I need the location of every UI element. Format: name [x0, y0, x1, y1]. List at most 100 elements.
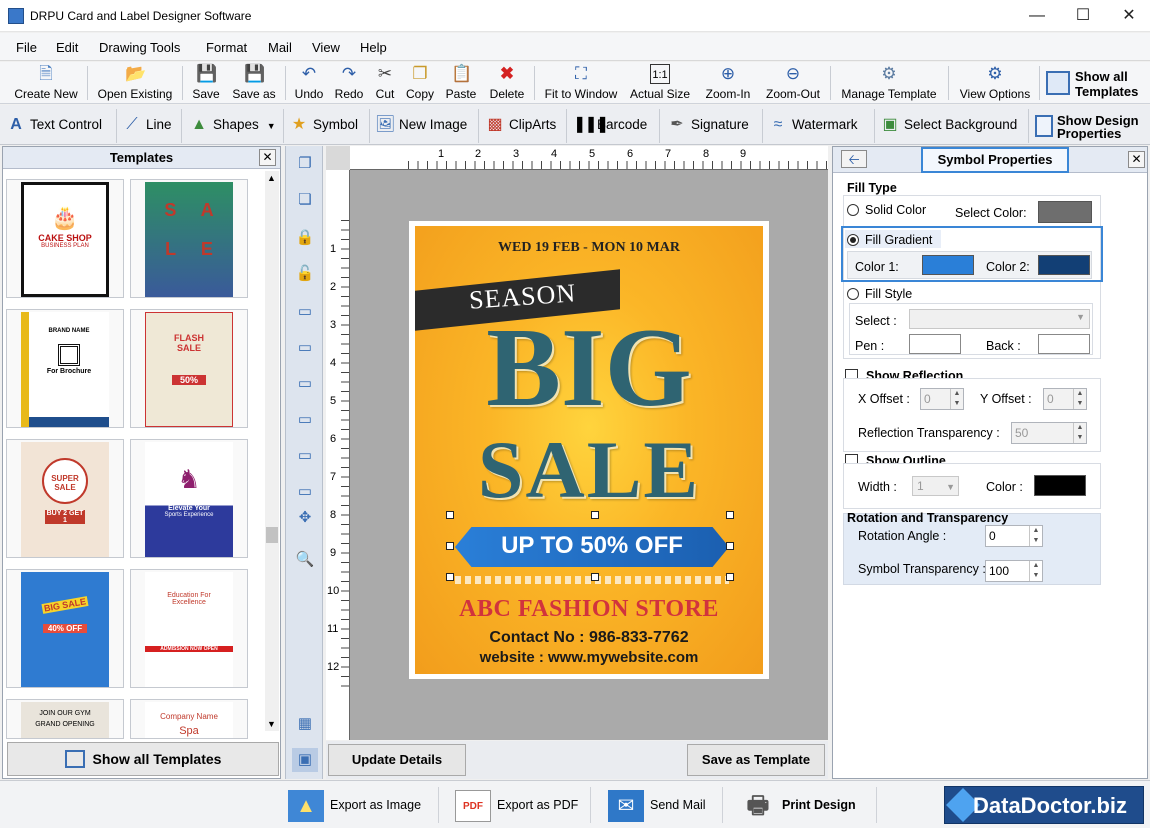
template-thumb[interactable]: Education For Excellence ADMISSION NOW O…: [130, 569, 248, 688]
save-as-button[interactable]: 💾 Save as: [229, 64, 279, 102]
template-thumb[interactable]: FLASH SALE 50%: [130, 309, 248, 428]
template-thumb[interactable]: S A L E: [130, 179, 248, 298]
move-icon[interactable]: ✥: [292, 506, 318, 530]
show-all-templates-button[interactable]: Show all Templates: [7, 742, 279, 776]
resize-handle[interactable]: [446, 573, 454, 581]
outline-width-select[interactable]: 1 ▼: [912, 476, 959, 496]
bring-to-front-icon[interactable]: ▭: [292, 300, 318, 324]
reflection-transparency-spinner[interactable]: 50 ▲ ▼: [1011, 422, 1087, 444]
resize-handle[interactable]: [446, 511, 454, 519]
zoom-out-button[interactable]: ⊖ Zoom-Out: [762, 64, 824, 102]
actual-size-button[interactable]: 1:1 Actual Size: [627, 64, 693, 102]
select-background-button[interactable]: ▣ Select Background: [880, 113, 1017, 137]
resize-handle[interactable]: [446, 542, 454, 550]
menu-drawing-tools[interactable]: Drawing Tools: [99, 40, 180, 55]
redo-button[interactable]: ↷ Redo: [331, 64, 367, 102]
save-button[interactable]: 💾 Save: [188, 64, 224, 102]
fill-style-select[interactable]: ▼: [909, 309, 1090, 329]
poster-website[interactable]: website : www.mywebsite.com: [415, 649, 763, 666]
view-options-button[interactable]: ⚙ View Options: [955, 64, 1035, 102]
template-thumb[interactable]: ♞ Elevate Your Sports Experience: [130, 439, 248, 558]
rotation-angle-spinner[interactable]: 0 ▲ ▼: [985, 525, 1043, 547]
template-thumb[interactable]: BIG SALE 40% OFF: [6, 569, 124, 688]
solid-color-radio[interactable]: Solid Color: [847, 203, 926, 217]
paste-button[interactable]: 📋 Paste: [443, 64, 479, 102]
back-arrow-icon[interactable]: 🡠: [841, 150, 867, 168]
menu-edit[interactable]: Edit: [56, 40, 78, 55]
fill-style-radio[interactable]: Fill Style: [847, 287, 912, 301]
send-mail-button[interactable]: ✉ Send Mail: [608, 785, 706, 825]
resize-handle[interactable]: [726, 511, 734, 519]
send-backward-icon[interactable]: ▭: [292, 408, 318, 432]
resize-handle[interactable]: [726, 542, 734, 550]
back-color-box[interactable]: [1038, 334, 1090, 354]
menu-mail[interactable]: Mail: [268, 40, 292, 55]
scroll-thumb[interactable]: [266, 527, 278, 543]
close-properties-button[interactable]: ✕: [1128, 151, 1145, 168]
fit-to-window-button[interactable]: ⛶ Fit to Window: [540, 64, 622, 102]
align-icon[interactable]: ▭: [292, 444, 318, 468]
scroll-up-arrow[interactable]: ▲: [267, 173, 276, 183]
manage-template-button[interactable]: ⚙ Manage Template: [837, 64, 941, 102]
bring-forward-icon[interactable]: ▭: [292, 372, 318, 396]
resize-handle[interactable]: [591, 573, 599, 581]
shapes-button[interactable]: ▲ Shapes ▼: [189, 113, 276, 137]
resize-handle[interactable]: [591, 511, 599, 519]
zoom-in-button[interactable]: ⊕ Zoom-In: [701, 64, 755, 102]
close-button[interactable]: ✕: [1106, 0, 1150, 32]
resize-handle[interactable]: [726, 573, 734, 581]
export-as-pdf-button[interactable]: PDF Export as PDF: [455, 785, 578, 825]
gradient-color1-swatch[interactable]: [922, 255, 974, 275]
create-new-button[interactable]: 🗎 Create New: [10, 64, 82, 102]
print-design-button[interactable]: 🖶 Print Design: [740, 785, 856, 825]
minimize-button[interactable]: —: [1014, 0, 1060, 32]
pen-color-box[interactable]: [909, 334, 961, 354]
poster-sale[interactable]: SALE: [415, 426, 763, 514]
menu-view[interactable]: View: [312, 40, 340, 55]
maximize-button[interactable]: ☐: [1060, 0, 1106, 32]
show-all-templates-toolbar-button[interactable]: Show all Templates: [1044, 66, 1148, 100]
template-thumb[interactable]: BRAND NAME For Brochure: [6, 309, 124, 428]
update-details-button[interactable]: Update Details: [328, 744, 466, 776]
poster-date[interactable]: WED 19 FEB - MON 10 MAR: [415, 240, 763, 256]
zoom-icon[interactable]: 🔍: [292, 548, 318, 572]
template-thumb[interactable]: Company Name Spa: [130, 699, 248, 739]
symbol-button[interactable]: ★ Symbol: [289, 113, 358, 137]
poster-contact[interactable]: Contact No : 986-833-7762: [415, 629, 763, 647]
send-to-back-icon[interactable]: ▭: [292, 336, 318, 360]
text-control-button[interactable]: A Text Control: [6, 113, 102, 137]
group-icon[interactable]: ❐: [292, 152, 318, 176]
lock-icon[interactable]: 🔒: [292, 226, 318, 250]
scroll-down-arrow[interactable]: ▼: [267, 719, 276, 729]
symbol-transparency-spinner[interactable]: 100 ▲ ▼: [985, 560, 1043, 582]
signature-button[interactable]: ✒ Signature: [667, 113, 749, 137]
grid-icon[interactable]: ▦: [292, 712, 318, 736]
y-offset-spinner[interactable]: 0 ▲ ▼: [1043, 388, 1087, 410]
save-as-template-button[interactable]: Save as Template: [687, 744, 825, 776]
layout-icon[interactable]: ▣: [292, 748, 318, 772]
template-thumb[interactable]: JOIN OUR GYM GRAND OPENING: [6, 699, 124, 739]
cliparts-button[interactable]: ▩ ClipArts: [485, 113, 556, 137]
line-button[interactable]: ⟋ Line: [122, 113, 171, 137]
outline-color-swatch[interactable]: [1034, 475, 1086, 496]
solid-color-swatch[interactable]: [1038, 201, 1092, 223]
delete-button[interactable]: ✖ Delete: [486, 64, 528, 102]
poster-store[interactable]: ABC FASHION STORE: [415, 596, 763, 623]
undo-button[interactable]: ↶ Undo: [291, 64, 327, 102]
design-page[interactable]: WED 19 FEB - MON 10 MAR SEASON BIG SALE …: [409, 221, 769, 679]
gradient-color2-swatch[interactable]: [1038, 255, 1090, 275]
watermark-button[interactable]: ≈ Watermark: [768, 113, 858, 137]
poster-big[interactable]: BIG: [415, 312, 763, 424]
menu-format[interactable]: Format: [206, 40, 247, 55]
unlock-icon[interactable]: 🔓: [292, 262, 318, 286]
ungroup-icon[interactable]: ❏: [292, 188, 318, 212]
fit-icon[interactable]: ▭: [292, 480, 318, 504]
new-image-button[interactable]: 🖼 New Image: [375, 113, 467, 137]
menu-file[interactable]: File: [16, 40, 37, 55]
open-existing-button[interactable]: 📂 Open Existing: [94, 64, 176, 102]
fill-gradient-radio[interactable]: Fill Gradient: [847, 233, 932, 247]
template-thumb[interactable]: 🎂 CAKE SHOP BUSINESS PLAN: [6, 179, 124, 298]
x-offset-spinner[interactable]: 0 ▲ ▼: [920, 388, 964, 410]
poster-offer[interactable]: UP TO 50% OFF: [455, 532, 729, 560]
templates-scrollbar[interactable]: ▲ ▼: [265, 171, 279, 731]
